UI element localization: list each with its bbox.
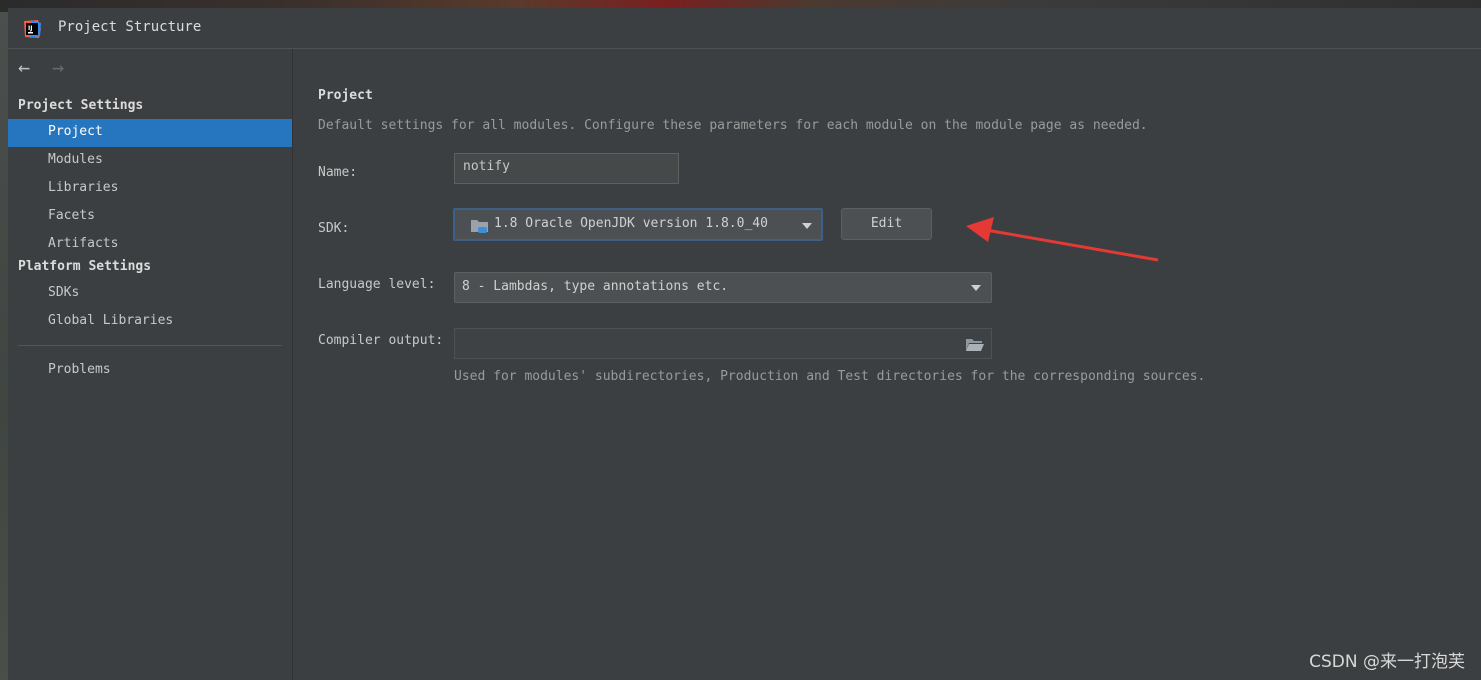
- sidebar-item-label: Libraries: [48, 180, 119, 195]
- sidebar-item-label: Problems: [48, 362, 111, 377]
- folder-jdk-icon: [471, 220, 488, 233]
- sidebar-item-project[interactable]: Project: [8, 119, 292, 147]
- title-bar: IJ Project Structure: [8, 8, 1481, 49]
- language-level-dropdown[interactable]: 8 - Lambdas, type annotations etc.: [454, 272, 992, 303]
- sdk-dropdown-value: 1.8 Oracle OpenJDK version 1.8.0_40: [494, 216, 768, 231]
- sidebar-item-label: SDKs: [48, 285, 80, 300]
- sidebar-item-label: Artifacts: [48, 236, 119, 251]
- chevron-down-icon: [802, 223, 812, 229]
- arrow-left-icon[interactable]: ←: [18, 57, 30, 77]
- language-level-value: 8 - Lambdas, type annotations etc.: [462, 279, 729, 294]
- main-panel: Project Default settings for all modules…: [293, 49, 1481, 680]
- sidebar-item-libraries[interactable]: Libraries: [8, 175, 292, 203]
- intellij-idea-icon: IJ: [24, 20, 41, 38]
- watermark: CSDN @来一打泡芙: [1309, 652, 1465, 672]
- sidebar: ← → Project Settings Project Modules Lib…: [8, 49, 293, 680]
- background-edge: [0, 12, 8, 680]
- page-description: Default settings for all modules. Config…: [318, 118, 1148, 133]
- sidebar-item-label: Modules: [48, 152, 103, 167]
- edit-button[interactable]: Edit: [841, 208, 932, 240]
- chevron-down-icon: [971, 285, 981, 291]
- compiler-output-label: Compiler output:: [318, 333, 444, 348]
- sidebar-item-sdks[interactable]: SDKs: [8, 280, 292, 308]
- name-label: Name:: [318, 165, 358, 180]
- name-field-value: notify: [463, 159, 510, 174]
- window-title: Project Structure: [58, 19, 202, 35]
- page-title: Project: [318, 88, 373, 103]
- name-field[interactable]: notify: [454, 153, 679, 184]
- sidebar-item-facets[interactable]: Facets: [8, 203, 292, 231]
- sidebar-item-artifacts[interactable]: Artifacts: [8, 231, 292, 259]
- project-settings-header: Project Settings: [18, 98, 144, 113]
- compiler-output-field[interactable]: [454, 328, 992, 359]
- sidebar-item-label: Project: [48, 124, 103, 139]
- sidebar-item-label: Facets: [48, 208, 95, 223]
- sdk-dropdown[interactable]: 1.8 Oracle OpenJDK version 1.8.0_40: [453, 208, 823, 241]
- language-level-label: Language level:: [318, 277, 436, 292]
- sidebar-item-label: Global Libraries: [48, 313, 174, 328]
- sidebar-item-problems[interactable]: Problems: [8, 357, 292, 385]
- folder-open-icon[interactable]: [965, 337, 984, 352]
- sidebar-item-modules[interactable]: Modules: [8, 147, 292, 175]
- sidebar-divider: [18, 345, 282, 346]
- sidebar-item-global-libraries[interactable]: Global Libraries: [8, 308, 292, 336]
- project-structure-dialog: IJ Project Structure ← → Project Setting…: [8, 8, 1481, 680]
- arrow-right-icon[interactable]: →: [52, 57, 64, 77]
- platform-settings-header: Platform Settings: [18, 259, 152, 274]
- annotation-arrow: [966, 217, 1159, 262]
- compiler-output-hint: Used for modules' subdirectories, Produc…: [454, 369, 1206, 384]
- sdk-label: SDK:: [318, 221, 350, 236]
- svg-text:IJ: IJ: [28, 25, 32, 32]
